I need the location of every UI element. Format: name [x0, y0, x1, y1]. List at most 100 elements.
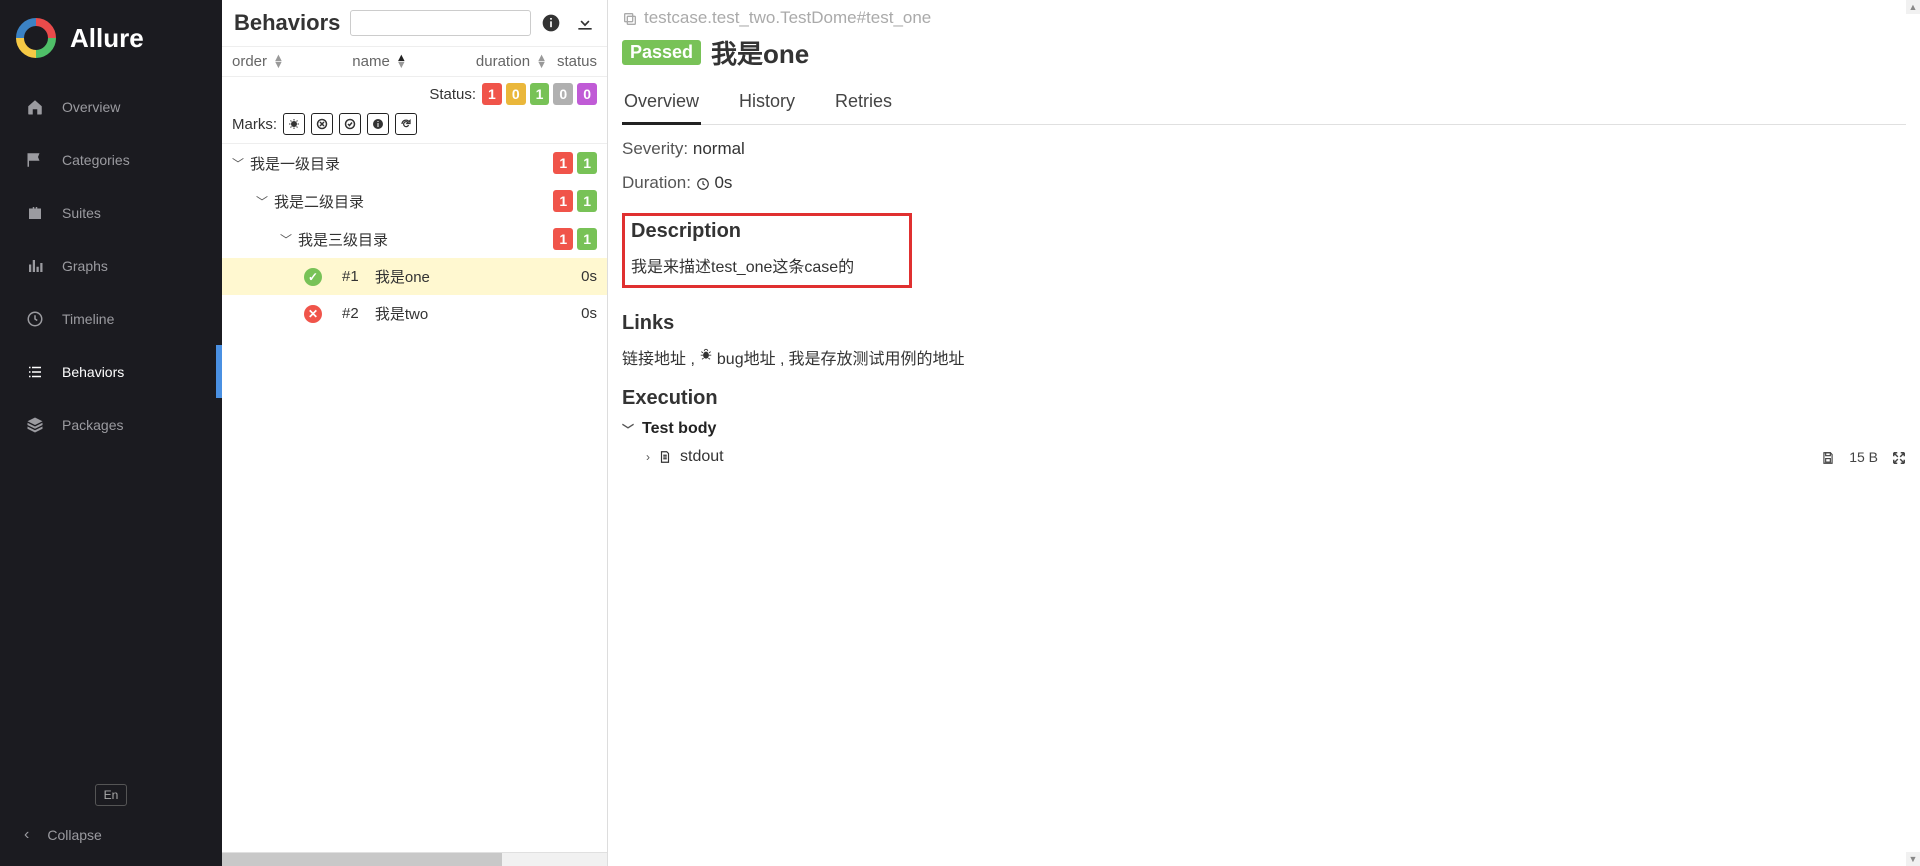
- tree-node-l2[interactable]: ﹀ 我是二级目录 1 1: [222, 182, 607, 220]
- description-heading: Description: [631, 220, 903, 243]
- sidebar-item-label: Suites: [62, 205, 101, 221]
- scroll-up-icon[interactable]: ▲: [1906, 0, 1920, 14]
- sidebar: Allure Overview Categories Suites: [0, 0, 222, 866]
- flag-icon: [24, 149, 46, 170]
- sidebar-item-label: Overview: [62, 99, 120, 115]
- mark-info-icon[interactable]: [367, 113, 389, 135]
- chevron-down-icon: ﹀: [622, 421, 634, 438]
- sidebar-item-behaviors[interactable]: Behaviors: [0, 345, 222, 398]
- sidebar-item-label: Categories: [62, 152, 130, 168]
- tree-node-label: 我是一级目录: [250, 153, 547, 174]
- detail-panel: testcase.test_two.TestDome#test_one Pass…: [608, 0, 1920, 866]
- briefcase-icon: [24, 202, 46, 223]
- vertical-scrollbar[interactable]: ▲ ▼: [1906, 0, 1920, 866]
- leaf-number: #1: [342, 268, 359, 285]
- nav: Overview Categories Suites Graphs: [0, 80, 222, 770]
- sidebar-item-label: Timeline: [62, 311, 114, 327]
- tab-retries[interactable]: Retries: [833, 81, 894, 124]
- links-part-2[interactable]: bug地址 ,: [717, 345, 785, 369]
- sidebar-item-categories[interactable]: Categories: [0, 133, 222, 186]
- save-icon[interactable]: [1821, 449, 1835, 465]
- sidebar-item-suites[interactable]: Suites: [0, 186, 222, 239]
- status-badge-passed[interactable]: 1: [530, 83, 550, 105]
- collapse-button[interactable]: ‹ Collapse: [0, 806, 222, 844]
- test-body-label: Test body: [642, 420, 716, 438]
- collapse-label: Collapse: [47, 827, 101, 843]
- sidebar-item-label: Behaviors: [62, 364, 124, 380]
- leaf-name: 我是one: [375, 266, 575, 287]
- chevron-down-icon: ﹀: [232, 155, 244, 172]
- sidebar-item-label: Graphs: [62, 258, 108, 274]
- status-badge-unknown[interactable]: 0: [577, 83, 597, 105]
- bug-icon: [699, 345, 713, 369]
- chevron-right-icon: ›: [646, 450, 650, 464]
- node-badge-passed: 1: [577, 228, 597, 250]
- severity-label: Severity:: [622, 139, 688, 158]
- horizontal-scrollbar[interactable]: [222, 852, 607, 866]
- mark-check-icon[interactable]: [339, 113, 361, 135]
- sidebar-item-timeline[interactable]: Timeline: [0, 292, 222, 345]
- duration-value: 0s: [714, 173, 732, 192]
- leaf-duration: 0s: [581, 305, 597, 322]
- brand-name: Allure: [70, 23, 144, 54]
- filters: Status: 1 0 1 0 0 Marks:: [222, 77, 607, 144]
- duration-row: Duration: 0s: [622, 173, 1906, 193]
- links-part-3[interactable]: 我是存放测试用例的地址: [789, 345, 965, 369]
- chevron-left-icon: ‹: [24, 826, 29, 844]
- language-chip[interactable]: En: [0, 784, 222, 806]
- mark-cancel-icon[interactable]: [311, 113, 333, 135]
- col-order[interactable]: order▲▼: [232, 53, 302, 70]
- copy-icon[interactable]: [622, 8, 638, 28]
- sidebar-item-label: Packages: [62, 417, 123, 433]
- node-badge-failed: 1: [553, 190, 573, 212]
- tree: ﹀ 我是一级目录 1 1 ﹀ 我是二级目录 1 1 ﹀ 我是三级目录 1: [222, 144, 607, 852]
- mark-refresh-icon[interactable]: [395, 113, 417, 135]
- duration-label: Duration:: [622, 173, 691, 192]
- sidebar-item-packages[interactable]: Packages: [0, 398, 222, 451]
- node-badge-passed: 1: [577, 190, 597, 212]
- status-pill: Passed: [622, 40, 701, 65]
- tabs: Overview History Retries: [622, 81, 1906, 125]
- expand-icon[interactable]: [1892, 449, 1906, 465]
- leaf-name: 我是two: [375, 303, 575, 324]
- tree-leaf[interactable]: ✕ #2 我是two 0s: [222, 295, 607, 332]
- tree-panel: Behaviors order▲▼ name▲▼ duration▲▼ stat…: [222, 0, 608, 866]
- sidebar-item-graphs[interactable]: Graphs: [0, 239, 222, 292]
- info-icon[interactable]: [541, 12, 561, 35]
- file-icon: [658, 448, 672, 466]
- col-name[interactable]: name▲▼: [302, 53, 457, 70]
- status-badge-failed[interactable]: 1: [482, 83, 502, 105]
- tree-node-label: 我是三级目录: [298, 229, 547, 250]
- scroll-down-icon[interactable]: ▼: [1906, 852, 1920, 866]
- stdout-row[interactable]: › stdout 15 B: [622, 448, 1906, 466]
- col-status[interactable]: status: [547, 53, 597, 70]
- marks-label: Marks:: [232, 116, 277, 133]
- sidebar-bottom: En ‹ Collapse: [0, 770, 222, 866]
- download-icon[interactable]: [575, 12, 595, 35]
- search-input[interactable]: [350, 10, 531, 36]
- tree-node-l1[interactable]: ﹀ 我是一级目录 1 1: [222, 144, 607, 182]
- tree-title: Behaviors: [234, 10, 340, 36]
- tab-overview[interactable]: Overview: [622, 81, 701, 124]
- brand: Allure: [0, 0, 222, 80]
- tree-leaf[interactable]: ✓ #1 我是one 0s: [222, 258, 607, 295]
- links-text: 链接地址 , bug地址 , 我是存放测试用例的地址: [622, 345, 1906, 369]
- mark-flaky-icon[interactable]: [283, 113, 305, 135]
- links-part-1[interactable]: 链接地址 ,: [622, 345, 695, 369]
- title-line: Passed 我是one: [622, 34, 1906, 71]
- tree-node-l3[interactable]: ﹀ 我是三级目录 1 1: [222, 220, 607, 258]
- list-icon: [24, 361, 46, 382]
- col-duration[interactable]: duration▲▼: [457, 53, 547, 70]
- severity-value: normal: [693, 139, 745, 158]
- sidebar-item-overview[interactable]: Overview: [0, 80, 222, 133]
- leaf-duration: 0s: [581, 268, 597, 285]
- tree-column-headers: order▲▼ name▲▼ duration▲▼ status: [222, 47, 607, 77]
- status-badge-broken[interactable]: 0: [506, 83, 526, 105]
- execution-heading: Execution: [622, 387, 1906, 410]
- test-body-row[interactable]: ﹀ Test body: [622, 420, 1906, 438]
- stdout-label: stdout: [680, 448, 724, 466]
- tab-history[interactable]: History: [737, 81, 797, 124]
- status-badge-skipped[interactable]: 0: [553, 83, 573, 105]
- description-highlight: Description 我是来描述test_one这条case的: [622, 213, 912, 288]
- marks-filter-row: Marks:: [232, 113, 597, 135]
